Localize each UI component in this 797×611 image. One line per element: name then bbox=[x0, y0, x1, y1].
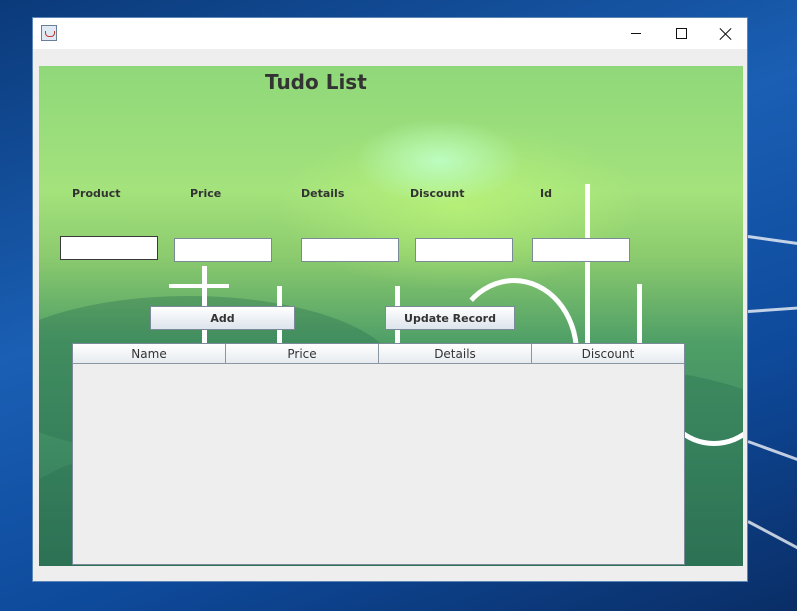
title-bar[interactable] bbox=[33, 18, 747, 49]
update-record-button[interactable]: Update Record bbox=[385, 306, 515, 330]
maximize-icon bbox=[675, 28, 687, 39]
details-input[interactable] bbox=[301, 238, 399, 262]
records-table[interactable]: Name Price Details Discount bbox=[72, 343, 685, 565]
java-app-icon[interactable] bbox=[41, 25, 57, 41]
app-window: Tudo List Product Price Details Discount… bbox=[32, 17, 748, 582]
column-header-price[interactable]: Price bbox=[226, 344, 379, 363]
table-header: Name Price Details Discount bbox=[73, 344, 684, 364]
page-title: Tudo List bbox=[265, 70, 367, 94]
column-header-name[interactable]: Name bbox=[73, 344, 226, 363]
column-header-details[interactable]: Details bbox=[379, 344, 532, 363]
table-body[interactable] bbox=[73, 364, 684, 564]
column-header-discount[interactable]: Discount bbox=[532, 344, 684, 363]
close-button[interactable] bbox=[703, 18, 749, 49]
product-input[interactable] bbox=[60, 236, 158, 260]
discount-label: Discount bbox=[410, 187, 465, 200]
id-label: Id bbox=[540, 187, 552, 200]
background-panel: Tudo List Product Price Details Discount… bbox=[39, 66, 743, 566]
desktop-light-streak bbox=[747, 305, 797, 313]
price-label: Price bbox=[190, 187, 222, 200]
price-input[interactable] bbox=[174, 238, 272, 262]
minimize-icon bbox=[631, 33, 641, 34]
details-label: Details bbox=[301, 187, 345, 200]
product-label: Product bbox=[72, 187, 121, 200]
maximize-button[interactable] bbox=[658, 18, 704, 49]
add-button[interactable]: Add bbox=[150, 306, 295, 330]
background-decoration bbox=[169, 284, 229, 288]
desktop-light-streak bbox=[747, 235, 797, 247]
desktop-light-streak bbox=[747, 520, 797, 551]
close-icon bbox=[720, 28, 732, 40]
id-input[interactable] bbox=[532, 238, 630, 262]
discount-input[interactable] bbox=[415, 238, 513, 262]
desktop-light-streak bbox=[747, 440, 797, 464]
minimize-button[interactable] bbox=[613, 18, 659, 49]
